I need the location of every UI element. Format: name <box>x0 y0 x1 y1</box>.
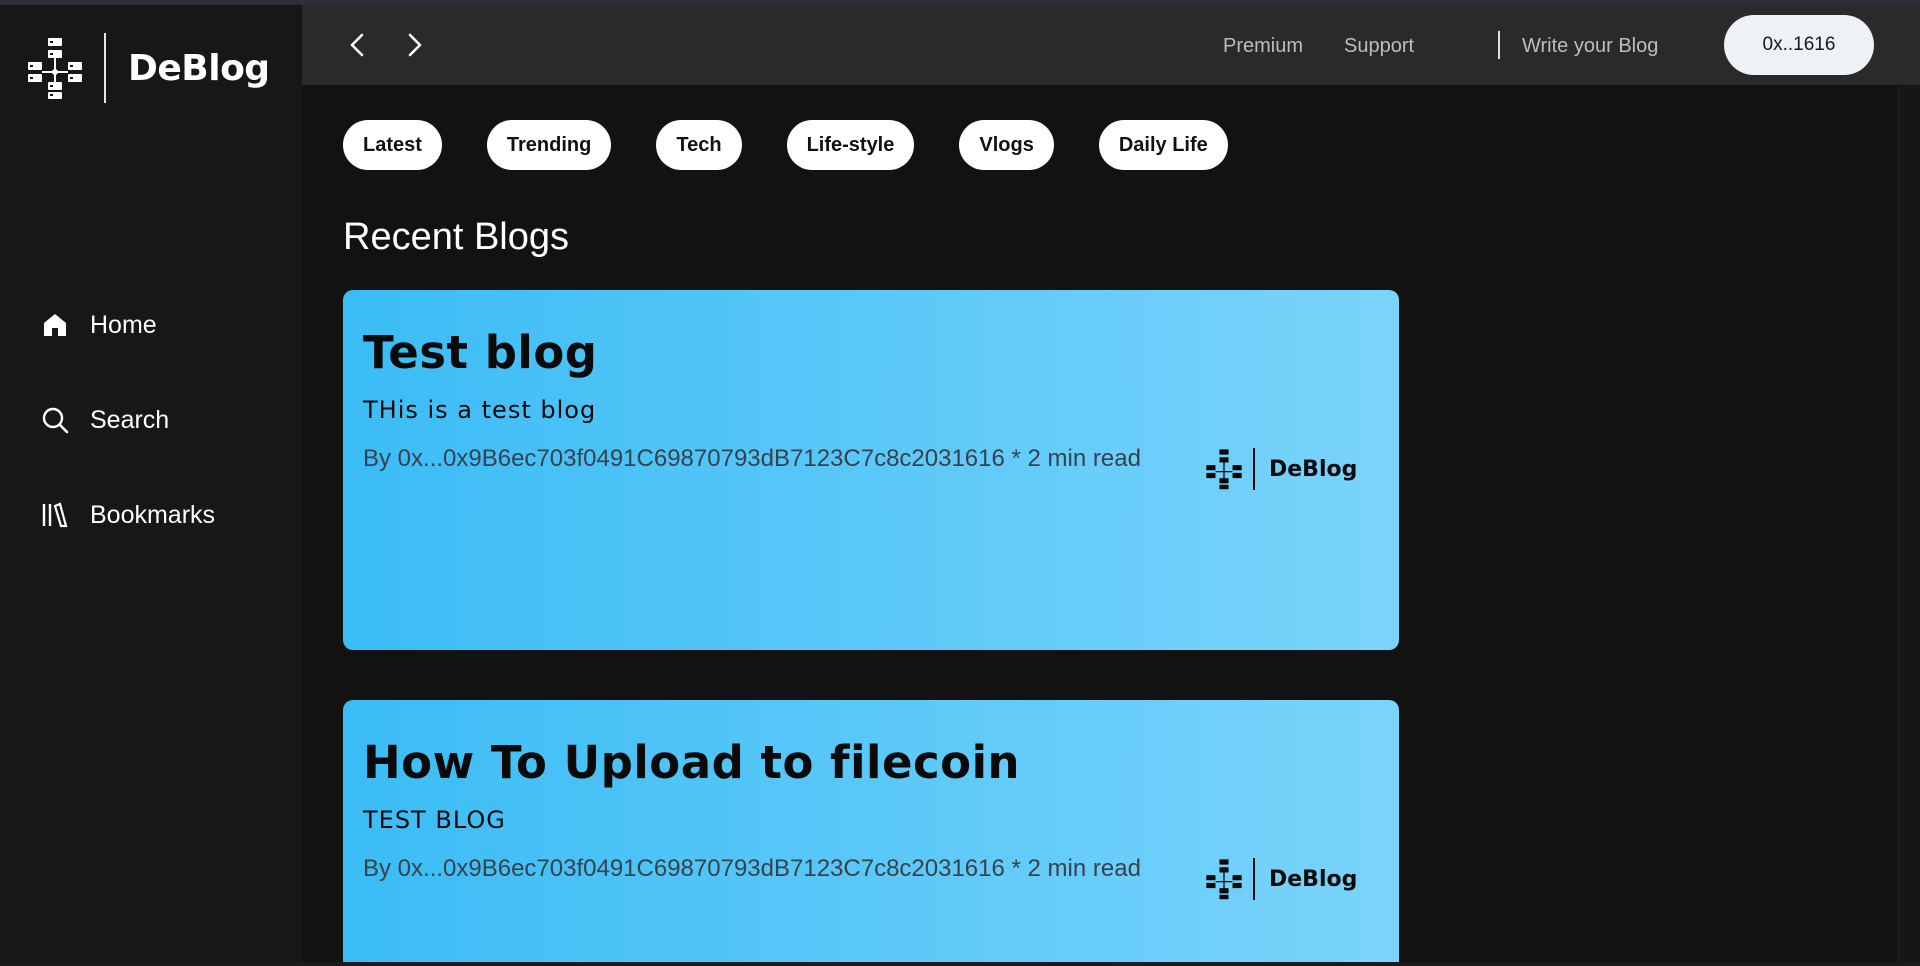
sidebar-item-label: Home <box>90 310 157 339</box>
sidebar-item-search[interactable]: Search <box>40 400 215 440</box>
deblog-logo-icon <box>1206 859 1242 900</box>
card-brand-divider <box>1253 448 1255 490</box>
sidebar: DeBlog Home Search Bookmarks <box>0 5 302 966</box>
card-brand: DeBlog <box>1205 447 1357 491</box>
section-title: Recent Blogs <box>343 216 570 258</box>
category-pill-tech[interactable]: Tech <box>656 120 742 170</box>
premium-link[interactable]: Premium <box>1223 35 1303 58</box>
blog-subtitle: THis is a test blog <box>363 396 597 424</box>
category-pill-daily-life[interactable]: Daily Life <box>1098 120 1228 170</box>
blog-meta: By 0x...0x9B6ec703f0491C69870793dB7123C7… <box>363 855 1141 882</box>
category-pill-latest[interactable]: Latest <box>343 120 442 170</box>
support-link[interactable]: Support <box>1344 35 1414 58</box>
home-icon <box>40 310 70 340</box>
brand[interactable]: DeBlog <box>26 31 270 105</box>
card-brand-name: DeBlog <box>1269 456 1358 482</box>
card-brand-name: DeBlog <box>1269 866 1358 892</box>
category-pill-trending[interactable]: Trending <box>486 120 612 170</box>
write-blog-link[interactable]: Write your Blog <box>1522 35 1658 58</box>
sidebar-item-label: Search <box>90 405 170 434</box>
deblog-logo-icon <box>1206 449 1242 490</box>
deblog-logo-icon <box>28 38 82 99</box>
brand-divider <box>104 33 106 103</box>
bookmarks-icon <box>40 500 70 530</box>
blog-title: Test blog <box>363 326 598 379</box>
wallet-account-button[interactable]: 0x..1616 <box>1724 15 1874 75</box>
sidebar-nav: Home Search Bookmarks <box>40 305 215 590</box>
topbar-divider <box>1498 31 1500 59</box>
blog-subtitle: TEST BLOG <box>363 806 506 834</box>
blog-title: How To Upload to filecoin <box>363 736 1021 789</box>
chevron-right-icon[interactable] <box>400 31 428 59</box>
search-icon <box>40 405 70 435</box>
chevron-left-icon[interactable] <box>344 31 372 59</box>
vertical-scrollbar[interactable] <box>1898 85 1920 966</box>
brand-name: DeBlog <box>128 47 270 89</box>
category-pill-lifestyle[interactable]: Life-style <box>786 120 915 170</box>
horizontal-scrollbar[interactable] <box>0 962 1920 966</box>
sidebar-item-label: Bookmarks <box>90 500 216 529</box>
blog-meta: By 0x...0x9B6ec703f0491C69870793dB7123C7… <box>363 445 1141 472</box>
category-filters: Latest Trending Tech Life-style Vlogs Da… <box>343 120 1273 170</box>
blog-card[interactable]: Test blog THis is a test blog By 0x...0x… <box>343 290 1399 650</box>
top-bar: Premium Support Write your Blog 0x..1616 <box>302 5 1920 85</box>
category-pill-vlogs[interactable]: Vlogs <box>959 120 1054 170</box>
blog-card[interactable]: How To Upload to filecoin TEST BLOG By 0… <box>343 700 1399 966</box>
card-brand-divider <box>1253 858 1255 900</box>
card-brand: DeBlog <box>1205 857 1357 901</box>
sidebar-item-bookmarks[interactable]: Bookmarks <box>40 495 215 535</box>
sidebar-item-home[interactable]: Home <box>40 305 215 345</box>
